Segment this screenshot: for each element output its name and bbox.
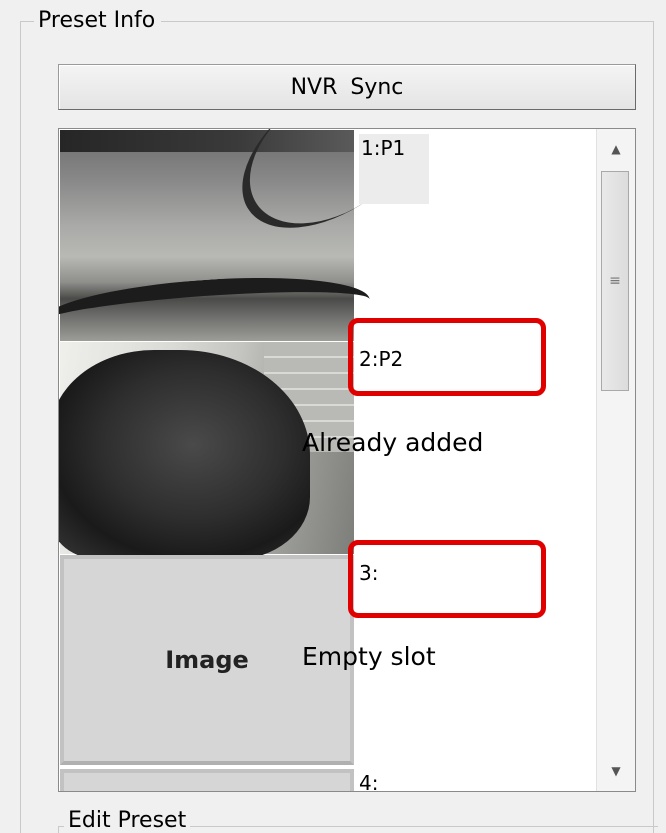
scroll-up-arrow-icon[interactable]: ▲ (597, 129, 635, 169)
thumbnail-plug (59, 350, 310, 560)
vertical-scrollbar[interactable]: ▲ ≡ ▼ (596, 129, 635, 791)
preset-thumbnail-4-placeholder[interactable] (60, 769, 354, 791)
preset-label-4[interactable]: 4: (359, 769, 378, 791)
highlight-box-slot-3 (348, 540, 546, 618)
preset-list: 1:P1 2:P2 Image 3: 4: ▲ ≡ ▼ (58, 128, 636, 792)
preset-panel: Preset Info NVR Sync 1:P1 2:P2 Image 3: … (0, 0, 666, 833)
scroll-thumb[interactable]: ≡ (601, 171, 629, 391)
scroll-down-arrow-icon[interactable]: ▼ (597, 751, 635, 791)
nvr-sync-button[interactable]: NVR Sync (58, 64, 636, 110)
thumbnail-cable (59, 268, 372, 354)
preset-info-title: Preset Info (34, 6, 162, 36)
highlight-box-p2 (348, 318, 546, 396)
annotation-empty-slot: Empty slot (302, 642, 436, 671)
edit-preset-title: Edit Preset (64, 806, 191, 833)
preset-label-1[interactable]: 1:P1 (359, 134, 429, 204)
preset-thumbnail-1[interactable] (59, 129, 456, 354)
annotation-already-added: Already added (302, 428, 484, 457)
